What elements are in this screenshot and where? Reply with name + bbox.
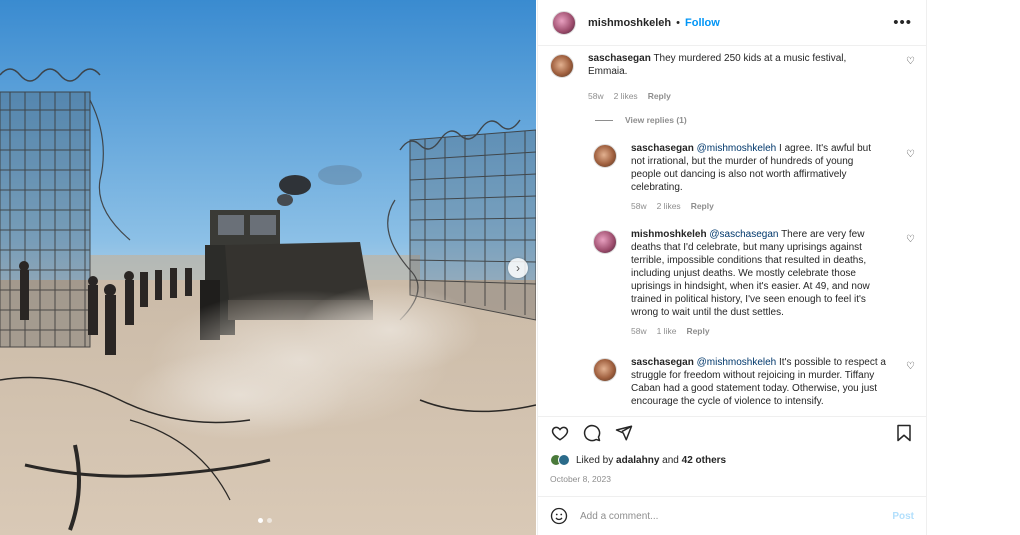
likes-prefix: Liked by [576, 454, 614, 466]
comment-mention[interactable]: @mishmoshkeleh [697, 357, 777, 368]
share-paper-plane-icon[interactable] [614, 423, 634, 443]
likes-summary[interactable]: Liked by adalahny and 42 others [550, 454, 726, 466]
more-options-icon[interactable]: ••• [893, 14, 912, 31]
comment-item: saschasegan @mishmoshkeleh I agree. It's… [593, 142, 893, 213]
emoji-icon[interactable] [550, 507, 568, 525]
save-bookmark-icon[interactable] [894, 423, 914, 443]
post-photo: › [0, 0, 536, 535]
view-replies-button[interactable]: View replies (1) [595, 115, 687, 125]
comment-username[interactable]: mishmoshkeleh [631, 229, 707, 240]
like-heart-icon[interactable] [550, 423, 570, 443]
post-actions-bar [538, 416, 926, 448]
comment-bubble-icon[interactable] [582, 423, 602, 443]
comment-age[interactable]: 58w [588, 90, 604, 103]
next-image-button[interactable]: › [508, 258, 528, 278]
post-date: October 8, 2023 [550, 474, 611, 484]
comment-likes[interactable]: 2 likes [657, 200, 681, 213]
commenter-avatar[interactable] [550, 54, 574, 78]
like-comment-heart-icon[interactable]: ♡ [906, 361, 915, 372]
author-username[interactable]: mishmoshkeleh [588, 17, 671, 29]
view-replies-label: View replies (1) [625, 115, 687, 125]
comment-item: saschasegan @mishmoshkeleh It's possible… [593, 356, 893, 408]
like-comment-heart-icon[interactable]: ♡ [906, 234, 915, 245]
post-image-scene [0, 0, 536, 535]
likes-conj: and [662, 454, 679, 466]
comment-item: saschasegan They murdered 250 kids at a … [550, 52, 890, 103]
carousel-dot-active [258, 518, 263, 523]
comment-mention[interactable]: @saschasegan [709, 229, 778, 240]
liker-avatar [558, 454, 570, 466]
add-comment-bar: Post [538, 496, 926, 535]
post-details-pane: mishmoshkeleh • Follow ••• saschasegan T… [537, 0, 927, 535]
reply-button[interactable]: Reply [648, 90, 671, 103]
likes-user[interactable]: adalahny [616, 455, 659, 466]
comment-username[interactable]: saschasegan [631, 357, 694, 368]
commenter-avatar[interactable] [593, 144, 617, 168]
comment-likes[interactable]: 1 like [657, 325, 677, 338]
comment-username[interactable]: saschasegan [631, 143, 694, 154]
reply-button[interactable]: Reply [691, 200, 714, 213]
comment-age[interactable]: 58w [631, 325, 647, 338]
author-avatar[interactable] [552, 10, 576, 35]
comment-mention[interactable]: @mishmoshkeleh [697, 143, 777, 154]
carousel-dot [267, 518, 272, 523]
comment-input[interactable] [580, 510, 893, 522]
likes-others[interactable]: 42 others [682, 455, 726, 466]
commenter-avatar[interactable] [593, 358, 617, 382]
like-comment-heart-icon[interactable]: ♡ [906, 56, 915, 67]
comment-likes[interactable]: 2 likes [614, 90, 638, 103]
follow-button[interactable]: Follow [685, 17, 720, 29]
reply-button[interactable]: Reply [686, 325, 709, 338]
comment-item: mishmoshkeleh @saschasegan There are ver… [593, 228, 893, 338]
comment-username[interactable]: saschasegan [588, 53, 651, 64]
post-comment-button[interactable]: Post [892, 511, 914, 522]
view-replies-line [595, 119, 613, 121]
commenter-avatar[interactable] [593, 230, 617, 254]
header-separator: • [676, 16, 680, 29]
post-header: mishmoshkeleh • Follow ••• [538, 0, 926, 46]
carousel-indicator [258, 518, 272, 523]
comments-list[interactable]: saschasegan They murdered 250 kids at a … [538, 46, 926, 416]
like-comment-heart-icon[interactable]: ♡ [906, 149, 915, 160]
comment-text: There are very few deaths that I'd celeb… [631, 229, 870, 318]
comment-age[interactable]: 58w [631, 200, 647, 213]
